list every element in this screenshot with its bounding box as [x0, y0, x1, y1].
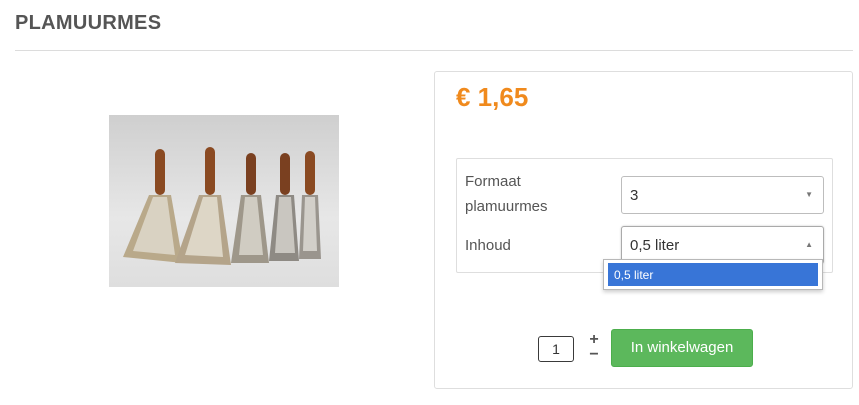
chevron-down-icon: ▼ — [805, 190, 813, 199]
knife-1 — [123, 149, 183, 263]
page-title: PLAMUURMES — [15, 12, 162, 34]
quantity-minus-button[interactable]: − — [586, 347, 602, 363]
inhoud-value: 0,5 liter — [630, 237, 680, 254]
product-image[interactable] — [109, 115, 339, 287]
product-price: € 1,65 — [456, 82, 529, 112]
add-to-cart-button[interactable]: In winkelwagen — [611, 329, 753, 367]
knife-3 — [231, 153, 269, 263]
inhoud-label: Inhoud — [465, 237, 511, 254]
formaat-value: 3 — [630, 187, 639, 204]
dropdown-option[interactable]: 0,5 liter — [608, 263, 818, 286]
title-divider — [15, 50, 853, 51]
formaat-label: Formaat plamuurmes — [465, 173, 548, 215]
knife-5 — [299, 151, 321, 259]
chevron-up-icon: ▲ — [805, 240, 813, 249]
product-options: Formaat plamuurmes 3 ▼ Inhoud 0,5 liter … — [456, 158, 833, 273]
quantity-input[interactable]: 1 — [538, 336, 574, 362]
knife-2 — [175, 147, 231, 265]
formaat-select[interactable]: 3 ▼ — [621, 176, 824, 214]
quantity-plus-button[interactable]: + — [586, 332, 602, 348]
inhoud-dropdown: 0,5 liter — [603, 259, 823, 290]
knife-4 — [269, 153, 299, 261]
